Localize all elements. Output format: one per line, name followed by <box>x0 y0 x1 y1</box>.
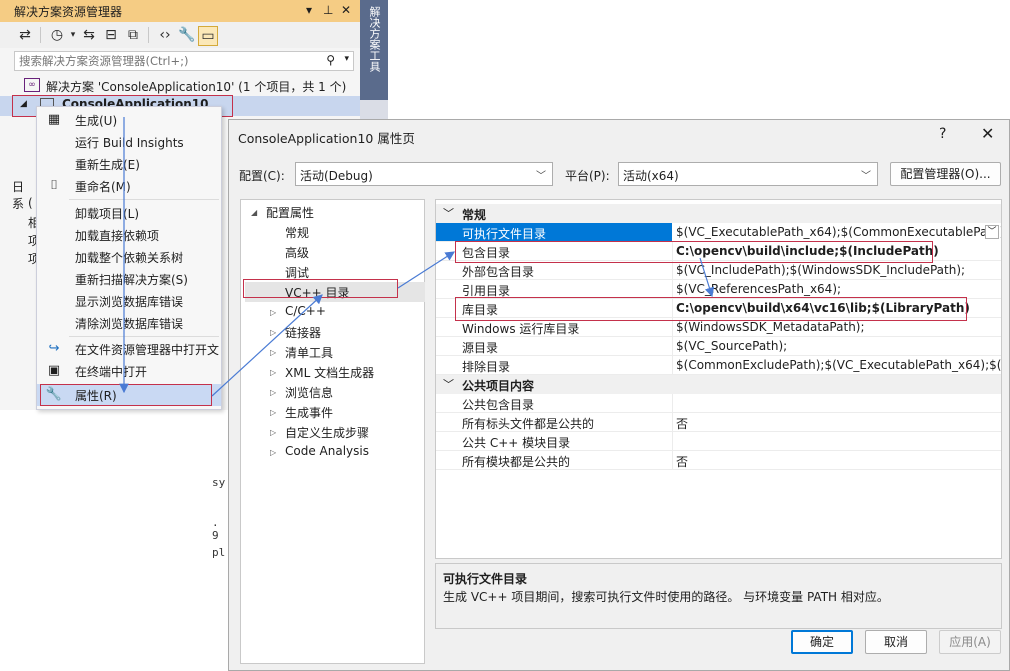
arrow-properties-to-vc-dirs <box>211 294 323 397</box>
arrow-include-to-library <box>699 257 715 298</box>
annotation-arrows <box>119 117 715 397</box>
arrow-vc-dirs-to-include <box>397 251 456 289</box>
